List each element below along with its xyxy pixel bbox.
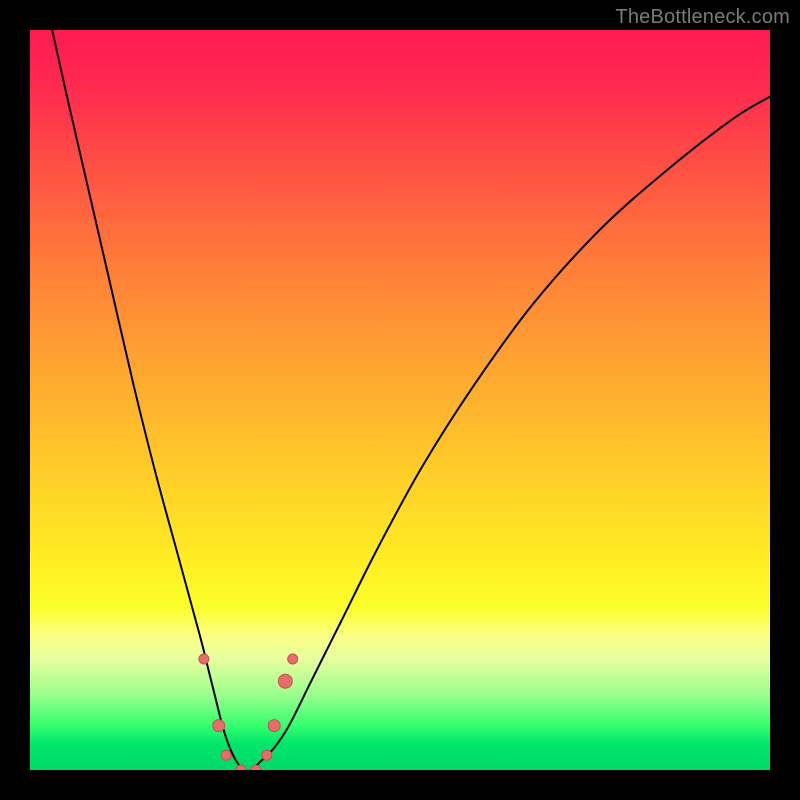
data-marker xyxy=(262,750,272,760)
plot-area xyxy=(30,30,770,770)
gradient-background xyxy=(30,30,770,770)
data-marker xyxy=(221,750,231,760)
plot-svg xyxy=(30,30,770,770)
data-marker xyxy=(199,654,209,664)
data-marker xyxy=(268,720,280,732)
data-marker xyxy=(213,720,225,732)
data-marker xyxy=(278,674,292,688)
watermark-text: TheBottleneck.com xyxy=(615,6,790,29)
chart-root: TheBottleneck.com xyxy=(0,0,800,800)
data-marker xyxy=(288,654,298,664)
